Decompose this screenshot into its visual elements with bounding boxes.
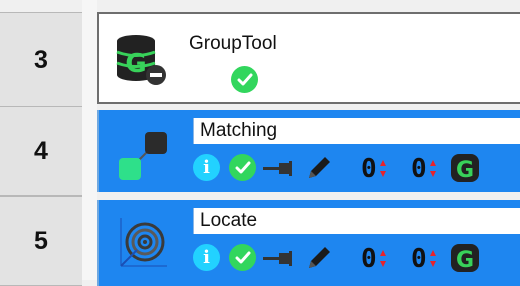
tool-title[interactable]: Matching [200,119,277,143]
tool-card[interactable]: G GroupTool [97,12,520,104]
check-circle-icon[interactable] [229,154,256,181]
counter-a-spinner[interactable] [380,158,386,180]
row-number: 3 [0,12,82,108]
tool-title-field[interactable]: Locate [193,208,520,234]
pin-icon[interactable] [263,160,293,176]
svg-text:G: G [125,49,146,79]
pencil-icon[interactable] [305,154,333,182]
svg-text:G: G [456,248,474,273]
info-circle-icon[interactable]: i [193,244,220,271]
tool-row-grouptool[interactable]: 3 G GroupTool [0,0,520,108]
tool-card[interactable]: Matching i 0 0 G [97,110,520,192]
g-logo-icon: G [451,244,479,273]
check-circle-icon[interactable] [229,244,256,271]
g-logo-icon: G [451,154,479,183]
counter-b-value[interactable]: 0 [411,246,427,272]
row-number: 5 [0,196,82,286]
counter-b-spinner[interactable] [430,158,436,180]
row-number: 4 [0,106,82,196]
row-gutter [82,106,97,196]
tool-title[interactable]: Locate [200,209,257,233]
tool-card[interactable]: Locate i 0 0 G [97,200,520,286]
svg-text:G: G [456,158,474,183]
tool-title[interactable]: GroupTool [189,32,277,56]
counter-b-spinner[interactable] [430,248,436,270]
counter-a-value[interactable]: 0 [361,246,377,272]
row-gutter [82,0,97,106]
matching-nodes-icon [119,132,167,180]
tool-row-matching[interactable]: 4 Matching i 0 0 G [0,106,520,196]
info-circle-icon[interactable]: i [193,154,220,181]
database-g-minus-icon: G [116,35,166,85]
target-icon [120,218,167,267]
check-circle-icon [231,66,258,93]
row-gutter [82,196,97,280]
counter-a-value[interactable]: 0 [361,156,377,182]
tool-title-field[interactable]: Matching [193,118,520,144]
counter-a-spinner[interactable] [380,248,386,270]
pin-icon[interactable] [263,250,293,266]
pencil-icon[interactable] [305,244,333,272]
counter-b-value[interactable]: 0 [411,156,427,182]
tool-row-locate[interactable]: 5 Locate i 0 0 G [0,196,520,286]
